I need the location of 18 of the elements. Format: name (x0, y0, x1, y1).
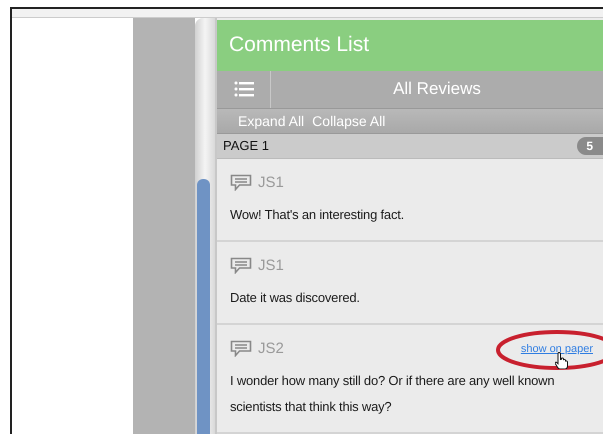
comment-item[interactable]: JS2 show on paper I wonder how many still do? Or if there are any well known scientists that think this way? (217, 324, 603, 434)
comment-text: I wonder how many still do? Or if there are any well known scientists that think this way? (230, 372, 556, 416)
panel-title: Comments List (229, 33, 370, 58)
count-badge: 5 (577, 136, 603, 155)
page-group-header[interactable]: PAGE 1 5 (217, 132, 603, 159)
speech-bubble-icon (230, 257, 252, 274)
comment-item[interactable]: JS1 Wow! That's an interesting fact. (217, 158, 603, 242)
scroll-thumb[interactable] (197, 179, 210, 434)
speech-bubble-icon (230, 340, 252, 358)
author-label: JS2 (258, 340, 284, 358)
speech-bubble-icon (230, 174, 252, 192)
list-icon (234, 81, 254, 98)
author-label: JS1 (258, 257, 284, 274)
page-label: PAGE 1 (223, 138, 270, 154)
author-label: JS1 (258, 174, 284, 192)
comment-item[interactable]: JS1 Date it was discovered. (217, 242, 603, 325)
comment-text: Date it was discovered. (230, 288, 361, 307)
comment-text: Wow! That's an interesting fact. (230, 206, 406, 224)
